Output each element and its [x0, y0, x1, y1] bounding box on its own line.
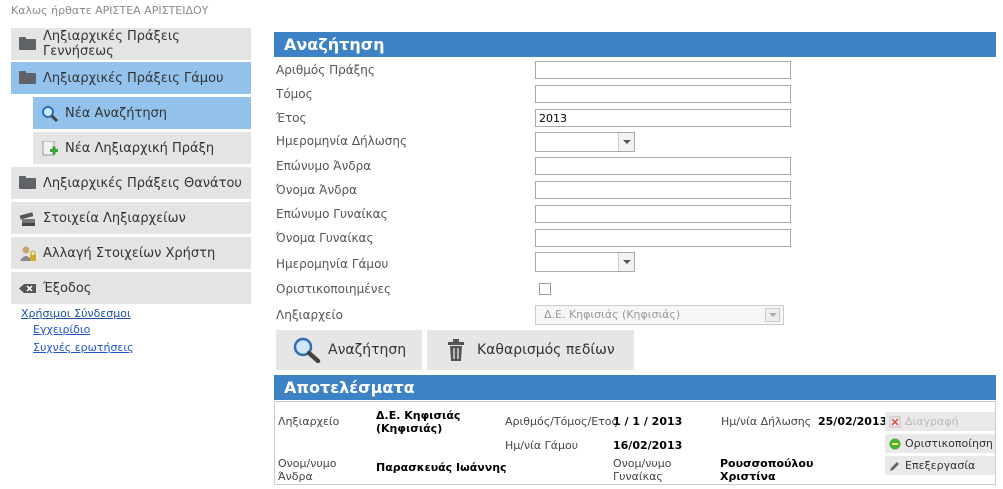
result-marriage-date-label: Ημ/νία Γάμου: [505, 439, 579, 452]
husband-name-input[interactable]: [535, 181, 791, 199]
search-icon: [41, 106, 59, 123]
husband-surname-input[interactable]: [535, 157, 791, 175]
folder-open-icon: [19, 71, 37, 85]
result-wife-value-1: Ρουσσοπούλου: [720, 457, 814, 470]
chevron-down-icon[interactable]: [618, 253, 634, 271]
chevron-down-icon[interactable]: [618, 133, 634, 151]
result-registry-label: Ληξιαρχείο: [278, 415, 340, 428]
nav-birth-label: Ληξιαρχικές Πράξεις Γεννήσεως: [43, 29, 180, 59]
user-lock-icon: [19, 246, 37, 261]
nav-user-info[interactable]: Αλλαγή Στοιχείων Χρήστη: [11, 237, 251, 269]
check-circle-icon: [889, 438, 901, 450]
result-husband-value: Παρασκευάς Ιωάννης: [376, 461, 507, 474]
trash-icon: [447, 338, 465, 362]
act-number-label: Αριθμός Πράξης: [276, 63, 375, 77]
finalize-button[interactable]: Οριστικοποίηση: [885, 434, 995, 453]
result-registry-value-1: Δ.Ε. Κηφισιάς: [376, 409, 461, 422]
declaration-date-label: Ημερομηνία Δήλωσης: [276, 134, 408, 148]
nav-birth-acts[interactable]: Ληξιαρχικές Πράξεις Γεννήσεως: [11, 28, 251, 60]
result-marriage-date-value: 16/02/2013: [613, 439, 683, 452]
faq-link[interactable]: Συχνές ερωτήσεις: [33, 341, 134, 354]
clear-fields-button[interactable]: Καθαρισμός πεδίων: [427, 330, 634, 370]
year-label: Έτος: [276, 111, 307, 125]
search-button-label: Αναζήτηση: [328, 342, 407, 358]
books-icon: [19, 211, 37, 226]
marriage-date-label: Ημερομηνία Γάμου: [276, 257, 389, 271]
wife-name-label: Όνομα Γυναίκας: [276, 231, 374, 245]
nav-new-act[interactable]: Νέα Ληξιαρχική Πράξη: [33, 132, 251, 164]
nav-death-acts[interactable]: Ληξιαρχικές Πράξεις Θανάτου: [11, 167, 251, 199]
result-husband-label-1: Ονομ/νυμο: [278, 457, 337, 470]
declaration-date-picker[interactable]: [535, 132, 635, 152]
act-number-input[interactable]: [535, 61, 791, 79]
result-declaration-value: 25/02/2013: [818, 415, 888, 428]
year-input[interactable]: [535, 109, 791, 127]
delete-icon: [889, 416, 901, 428]
edit-button-label: Επεξεργασία: [905, 459, 976, 472]
wife-surname-input[interactable]: [535, 205, 791, 223]
finalize-button-label: Οριστικοποίηση: [905, 437, 993, 450]
volume-input[interactable]: [535, 85, 791, 103]
result-wife-value-2: Χριστίνα: [720, 470, 776, 483]
search-section-header: Αναζήτηση: [274, 32, 996, 57]
chevron-down-icon[interactable]: [765, 308, 780, 322]
result-wife-label-1: Ονομ/νυμο: [613, 457, 672, 470]
wife-name-input[interactable]: [535, 229, 791, 247]
volume-label: Τόμος: [276, 87, 313, 101]
nav-registry-info[interactable]: Στοιχεία Ληξιαρχείων: [11, 202, 251, 234]
search-icon: [292, 337, 322, 363]
finalized-label: Οριστικοποιημένες: [276, 282, 392, 296]
nav-new-search[interactable]: Νέα Αναζήτηση: [33, 97, 251, 129]
wife-surname-label: Επώνυμο Γυναίκας: [276, 207, 388, 221]
registry-select[interactable]: Δ.Ε. Κηφισιάς (Κηφισιάς): [535, 305, 784, 325]
welcome-text: Καλως ήρθατε ΑΡΙΣΤΕΑ ΑΡΙΣΤΕΙΔΟΥ: [11, 4, 209, 17]
nav-exit[interactable]: Έξοδος: [11, 272, 251, 304]
result-wife-label-2: Γυναίκας: [613, 470, 663, 483]
registry-label: Ληξιαρχείο: [276, 308, 343, 322]
result-husband-label-2: Άνδρα: [278, 470, 313, 483]
results-section-header: Αποτελέσματα: [274, 375, 996, 400]
backspace-icon: [19, 281, 37, 295]
nav-marriage-label: Ληξιαρχικές Πράξεις Γάμου: [43, 70, 224, 86]
nav-marriage-acts[interactable]: Ληξιαρχικές Πράξεις Γάμου: [11, 62, 251, 94]
manual-link[interactable]: Εγχειρίδιο: [33, 323, 90, 336]
clear-fields-button-label: Καθαρισμός πεδίων: [477, 342, 615, 358]
finalized-checkbox[interactable]: [539, 283, 551, 295]
husband-name-label: Όνομα Άνδρα: [276, 183, 358, 197]
result-declaration-label: Ημ/νία Δήλωσης: [721, 415, 812, 428]
nav-new-search-label: Νέα Αναζήτηση: [65, 105, 168, 121]
useful-links-title: Χρήσιμοι Σύνδεσμοι: [21, 307, 131, 320]
result-number-value: 1 / 1 / 2013: [613, 415, 683, 428]
nav-death-label: Ληξιαρχικές Πράξεις Θανάτου: [43, 175, 242, 191]
nav-user-info-label: Αλλαγή Στοιχείων Χρήστη: [43, 245, 216, 261]
search-button[interactable]: Αναζήτηση: [276, 330, 422, 370]
result-registry-value-2: (Κηφισιάς): [376, 422, 443, 435]
folder-icon: [19, 176, 37, 190]
pencil-icon: [889, 460, 901, 472]
edit-button[interactable]: Επεξεργασία: [885, 456, 995, 475]
delete-button-label: Διαγραφή: [905, 415, 959, 428]
nav-registry-info-label: Στοιχεία Ληξιαρχείων: [43, 210, 186, 226]
delete-button[interactable]: Διαγραφή: [885, 412, 995, 431]
result-number-label: Αριθμός/Τόμος/Ετος: [505, 415, 618, 428]
nav-exit-label: Έξοδος: [43, 280, 92, 296]
husband-surname-label: Επώνυμο Άνδρα: [276, 159, 372, 173]
folder-icon: [19, 37, 37, 51]
new-document-icon: [41, 140, 59, 156]
marriage-date-picker[interactable]: [535, 252, 635, 272]
nav-new-act-label: Νέα Ληξιαρχική Πράξη: [65, 140, 215, 156]
registry-select-value: Δ.Ε. Κηφισιάς (Κηφισιάς): [544, 308, 681, 321]
